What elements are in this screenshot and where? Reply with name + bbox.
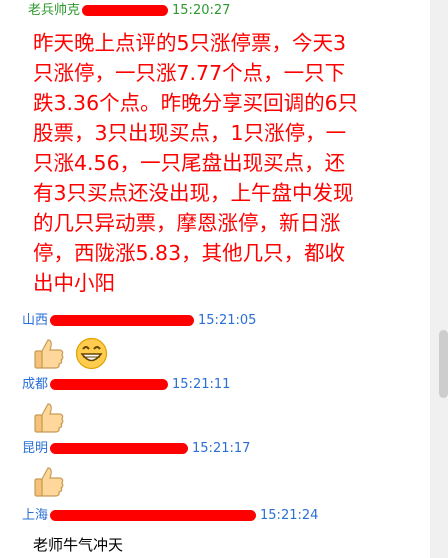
message-header: 上海 15:21:24 <box>22 506 318 526</box>
chat-log: 老兵帅克 15:20:27 昨天晚上点评的5只涨停票，今天3 只涨停，一只涨7.7… <box>0 0 430 558</box>
emoji-row <box>33 337 112 371</box>
sender-name[interactable]: 老兵帅克 <box>28 1 80 21</box>
redacted-id <box>50 379 169 390</box>
thumbs-up-icon <box>33 337 66 370</box>
message-line: 股票，3只出现买点，1只涨停，一 <box>33 121 347 145</box>
message-line: 昨天晚上点评的5只涨停票，今天3 <box>33 31 347 55</box>
message-time: 15:21:24 <box>260 508 319 523</box>
thumbs-up-icon <box>33 465 66 498</box>
emoji-row <box>33 401 70 435</box>
sender-name[interactable]: 昆明 <box>22 439 48 459</box>
message-line: 出中小阳 <box>33 271 115 295</box>
message-body: 老师牛气冲天 <box>33 536 124 554</box>
message-header: 山西 15:21:05 <box>22 311 256 331</box>
redacted-id <box>82 5 169 16</box>
message-body: 昨天晚上点评的5只涨停票，今天3 只涨停，一只涨7.77个点，一只下 跌3.36… <box>33 28 405 298</box>
message-header: 昆明 15:21:17 <box>22 439 250 459</box>
emoji-row <box>33 465 70 499</box>
message-time: 15:21:17 <box>192 441 251 456</box>
redacted-id <box>50 510 257 521</box>
message-line: 的几只异动票，摩恩涨停，新日涨 <box>33 211 341 235</box>
message-line: 停，西陇涨5.83，其他几只，都收 <box>33 241 346 265</box>
message-line: 跌3.36个点。昨晚分享买回调的6只 <box>33 91 359 115</box>
message-header: 老兵帅克 15:20:27 <box>28 1 230 21</box>
sender-name[interactable]: 山西 <box>22 311 48 331</box>
message-time: 15:21:05 <box>198 313 257 328</box>
message-time: 15:21:11 <box>172 377 231 392</box>
scrollbar-thumb[interactable] <box>439 330 448 398</box>
sender-name[interactable]: 成都 <box>22 375 48 395</box>
message-time: 15:20:27 <box>172 3 231 18</box>
message-line: 只涨停，一只涨7.77个点，一只下 <box>33 61 346 85</box>
grinning-face-icon <box>75 337 108 370</box>
message-line: 只涨4.56，一只尾盘出现买点，还 <box>33 151 346 175</box>
message-line: 有3只买点还没出现，上午盘中发现 <box>33 181 354 205</box>
sender-name[interactable]: 上海 <box>22 506 48 526</box>
redacted-id <box>50 315 195 326</box>
vertical-scrollbar[interactable] <box>430 0 448 558</box>
redacted-id <box>50 443 189 454</box>
message-header: 成都 15:21:11 <box>22 375 230 395</box>
thumbs-up-icon <box>33 401 66 434</box>
